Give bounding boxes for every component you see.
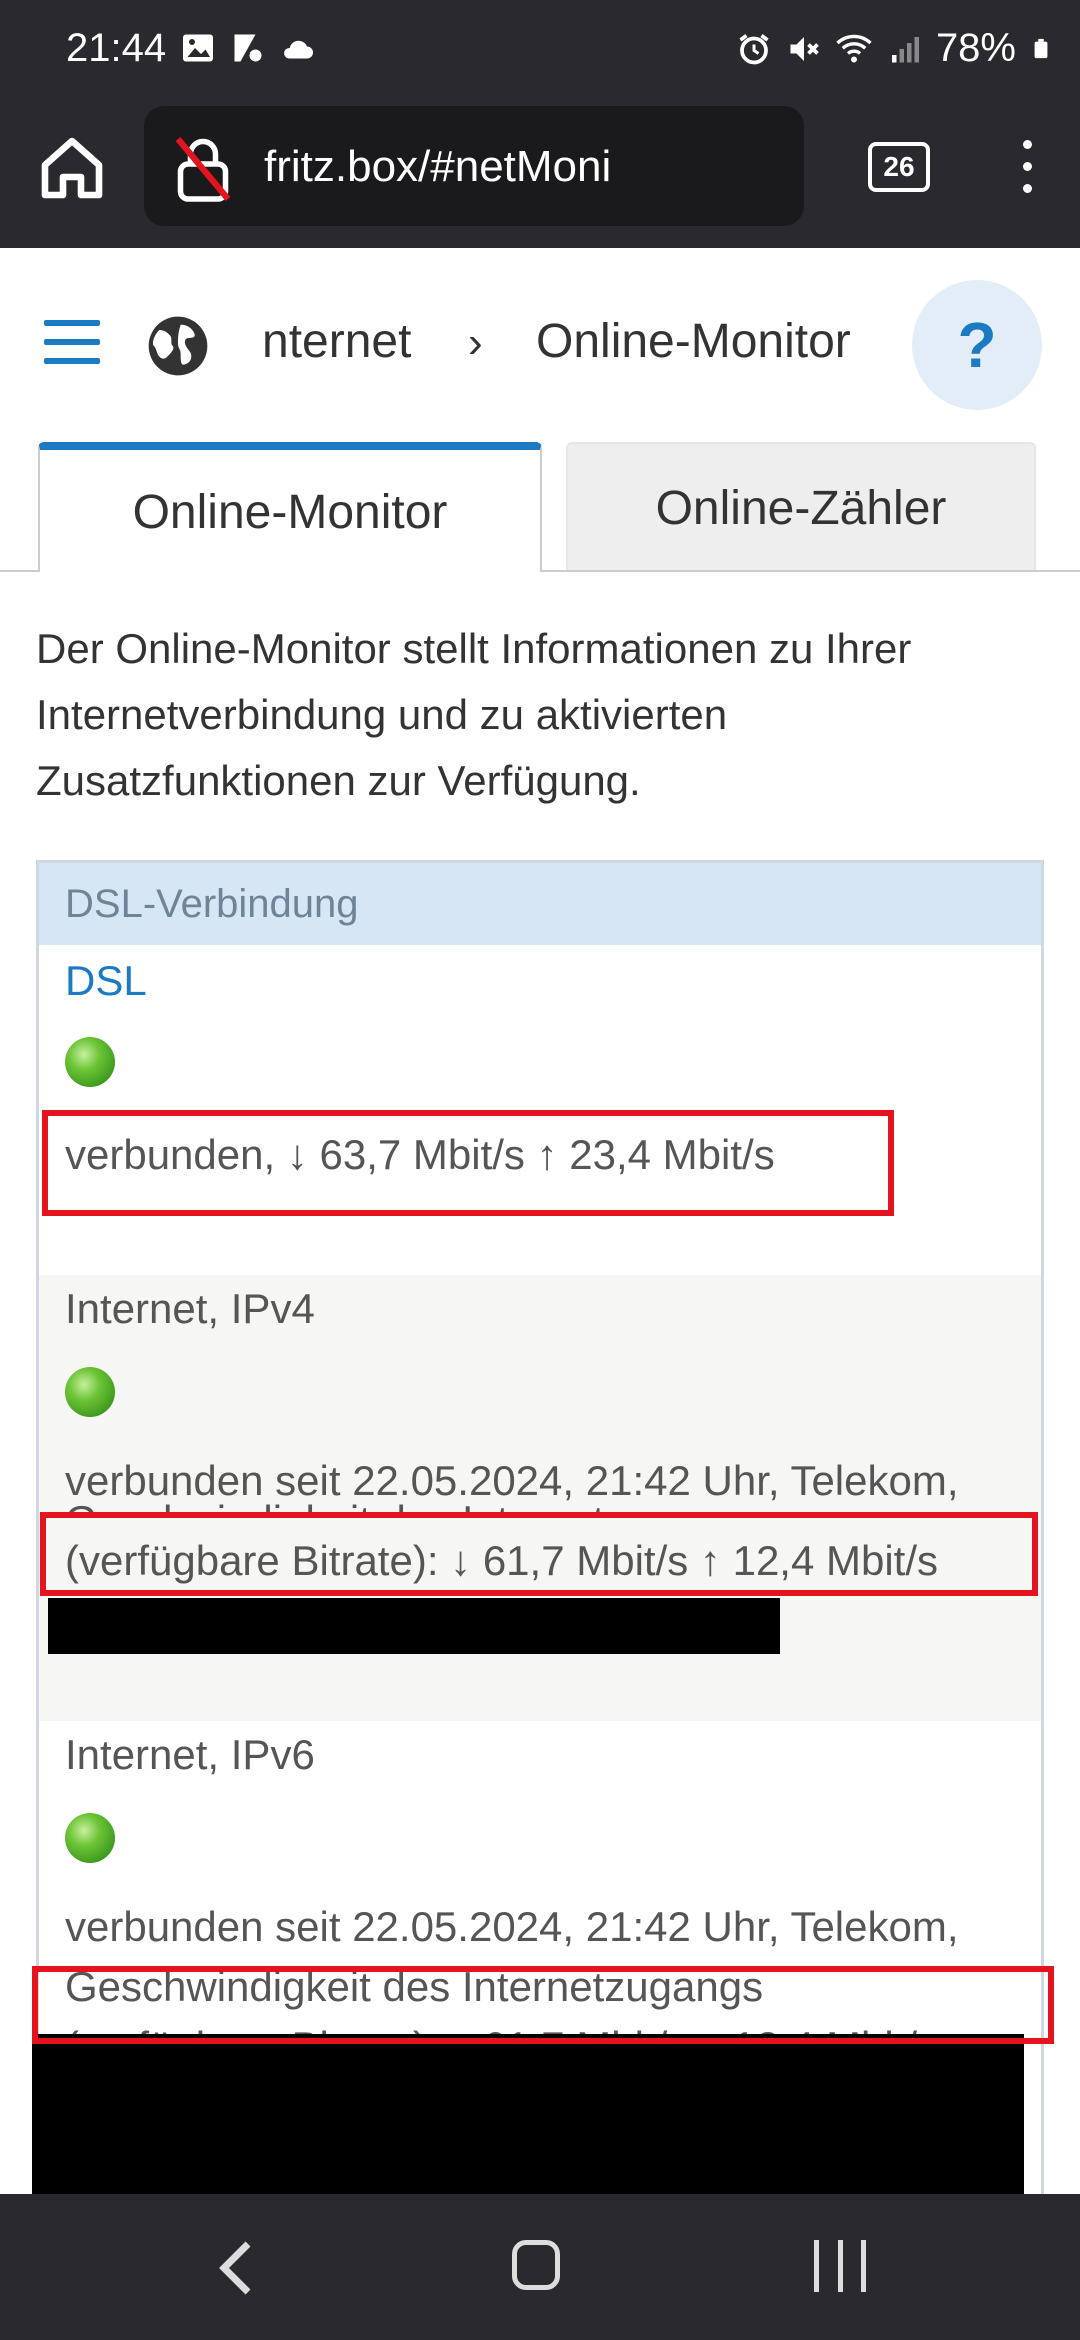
more-menu-icon[interactable]	[1012, 140, 1042, 200]
redaction-bar	[32, 2034, 1024, 2194]
ipv6-status-led-icon	[65, 1813, 115, 1863]
dsl-link[interactable]: DSL	[65, 957, 147, 1005]
url-text[interactable]: fritz.box/#netMoni	[264, 142, 611, 192]
ipv4-status-led-icon	[65, 1367, 115, 1417]
highlight-box	[32, 1966, 1054, 2044]
signal-icon	[891, 36, 919, 62]
globe-icon	[148, 316, 208, 376]
system-icons: 78%	[736, 26, 1052, 71]
notification-icons	[180, 30, 316, 66]
tab-switcher-button[interactable]: 26	[868, 142, 930, 192]
breadcrumb-chevron-icon: ›	[468, 318, 483, 367]
highlight-box	[40, 1512, 1038, 1596]
page-content: nternet › Online-Monitor ? Online-Monito…	[0, 248, 1080, 2194]
status-bar: 21:44 78%	[0, 0, 1080, 104]
mute-icon	[790, 36, 819, 61]
hamburger-menu-icon[interactable]	[44, 320, 100, 364]
battery-icon	[1034, 38, 1048, 58]
breadcrumb-parent[interactable]: nternet	[262, 314, 411, 369]
home-icon[interactable]	[36, 132, 108, 204]
system-navigation-bar	[0, 2194, 1080, 2340]
status-time: 21:44	[66, 26, 167, 70]
ipv6-status-line1: verbunden seit 22.05.2024, 21:42 Uhr, Te…	[65, 1903, 959, 1950]
cloud-icon	[284, 40, 313, 59]
insecure-lock-icon[interactable]	[172, 134, 234, 204]
browser-toolbar: fritz.box/#netMoni 26	[0, 104, 1080, 248]
home-nav-icon[interactable]	[512, 2240, 560, 2290]
dsl-status-led-icon	[65, 1037, 115, 1087]
ipv4-section: Internet, IPv4 verbunden seit 22.05.2024…	[39, 1275, 1041, 1721]
ipv6-title: Internet, IPv6	[65, 1731, 315, 1778]
tab-online-monitor[interactable]: Online-Monitor	[38, 442, 542, 572]
breadcrumb-current: Online-Monitor	[536, 315, 851, 368]
image-icon	[183, 34, 213, 62]
address-bar[interactable]: fritz.box/#netMoni	[144, 106, 804, 226]
highlight-box	[42, 1110, 894, 1216]
wifi-icon	[836, 34, 872, 62]
back-icon[interactable]	[216, 2240, 256, 2296]
tab-online-zaehler[interactable]: Online-Zähler	[566, 442, 1036, 572]
intro-text: Der Online-Monitor stellt Informationen …	[36, 625, 912, 804]
alarm-icon	[739, 33, 769, 64]
z-app-icon	[234, 34, 262, 62]
recent-apps-icon[interactable]	[814, 2240, 866, 2292]
panel-header: DSL-Verbindung	[39, 863, 1041, 945]
ipv4-title: Internet, IPv4	[65, 1285, 315, 1332]
redaction-bar	[48, 1598, 780, 1654]
help-button[interactable]: ?	[912, 280, 1042, 410]
battery-percent: 78%	[935, 26, 1016, 70]
